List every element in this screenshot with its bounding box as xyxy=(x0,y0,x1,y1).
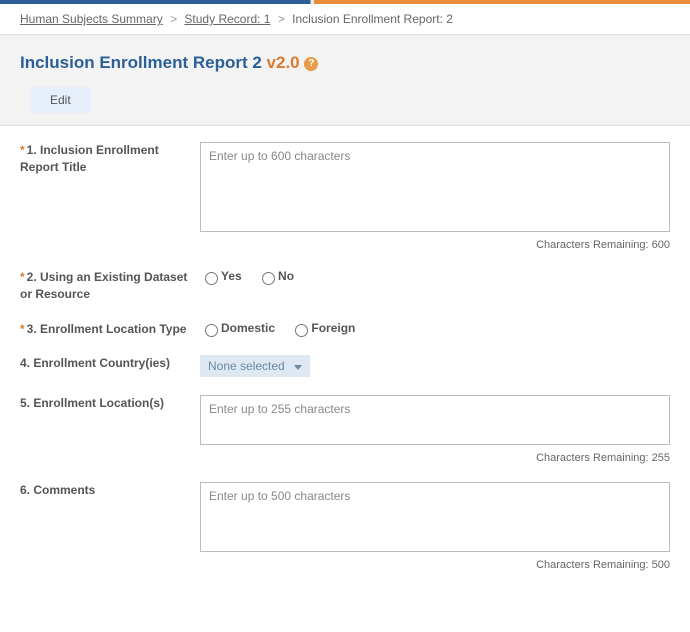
field-row-comments: 6. Comments Characters Remaining: 500 xyxy=(20,482,670,571)
label-text: 4. Enrollment Country(ies) xyxy=(20,356,170,370)
radio-no[interactable] xyxy=(262,272,275,285)
required-marker: * xyxy=(20,322,25,336)
report-title-input[interactable] xyxy=(200,142,670,232)
field-row-country: 4. Enrollment Country(ies) None selected xyxy=(20,355,670,377)
radio-no-label[interactable]: No xyxy=(257,269,294,283)
field-row-locations: 5. Enrollment Location(s) Characters Rem… xyxy=(20,395,670,464)
label-text: 5. Enrollment Location(s) xyxy=(20,396,164,410)
radio-text: Yes xyxy=(221,269,242,283)
radio-foreign[interactable] xyxy=(295,324,308,337)
breadcrumb-sep: > xyxy=(278,12,285,26)
field-row-existing-dataset: *2. Using an Existing Dataset or Resourc… xyxy=(20,269,670,303)
radio-foreign-label[interactable]: Foreign xyxy=(290,321,355,335)
title-main: Inclusion Enrollment Report 2 xyxy=(20,53,262,72)
field-row-title: *1. Inclusion Enrollment Report Title Ch… xyxy=(20,142,670,251)
field-label: 6. Comments xyxy=(20,482,200,499)
field-label: *3. Enrollment Location Type xyxy=(20,321,200,338)
chevron-down-icon xyxy=(294,365,302,370)
required-marker: * xyxy=(20,143,25,157)
locations-input[interactable] xyxy=(200,395,670,445)
radio-yes[interactable] xyxy=(205,272,218,285)
breadcrumb: Human Subjects Summary > Study Record: 1… xyxy=(0,4,690,35)
radio-text: Domestic xyxy=(221,321,275,335)
field-label: 4. Enrollment Country(ies) xyxy=(20,355,200,372)
form-area: *1. Inclusion Enrollment Report Title Ch… xyxy=(0,126,690,605)
label-text: 6. Comments xyxy=(20,483,95,497)
help-icon[interactable]: ? xyxy=(304,57,318,71)
field-label: 5. Enrollment Location(s) xyxy=(20,395,200,412)
field-row-location-type: *3. Enrollment Location Type Domestic Fo… xyxy=(20,321,670,338)
char-remaining: Characters Remaining: 500 xyxy=(200,559,670,571)
field-label: *1. Inclusion Enrollment Report Title xyxy=(20,142,200,176)
breadcrumb-sep: > xyxy=(170,12,177,26)
label-text: 3. Enrollment Location Type xyxy=(27,322,187,336)
char-remaining: Characters Remaining: 255 xyxy=(200,452,670,464)
breadcrumb-link-summary[interactable]: Human Subjects Summary xyxy=(20,12,163,26)
label-text: 2. Using an Existing Dataset or Resource xyxy=(20,270,187,301)
radio-domestic[interactable] xyxy=(205,324,218,337)
dropdown-value: None selected xyxy=(208,359,285,373)
char-remaining: Characters Remaining: 600 xyxy=(200,239,670,251)
title-version: v2.0 xyxy=(267,53,300,72)
label-text: 1. Inclusion Enrollment Report Title xyxy=(20,143,159,174)
breadcrumb-link-study[interactable]: Study Record: 1 xyxy=(184,12,270,26)
edit-button[interactable]: Edit xyxy=(30,87,91,113)
field-label: *2. Using an Existing Dataset or Resourc… xyxy=(20,269,200,303)
radio-domestic-label[interactable]: Domestic xyxy=(200,321,275,335)
comments-input[interactable] xyxy=(200,482,670,552)
breadcrumb-current: Inclusion Enrollment Report: 2 xyxy=(292,12,453,26)
header-region: Inclusion Enrollment Report 2 v2.0 ? Edi… xyxy=(0,35,690,126)
required-marker: * xyxy=(20,270,25,284)
radio-text: No xyxy=(278,269,294,283)
radio-yes-label[interactable]: Yes xyxy=(200,269,242,283)
country-dropdown[interactable]: None selected xyxy=(200,355,310,377)
radio-text: Foreign xyxy=(311,321,355,335)
page-title: Inclusion Enrollment Report 2 v2.0 ? xyxy=(20,53,670,73)
